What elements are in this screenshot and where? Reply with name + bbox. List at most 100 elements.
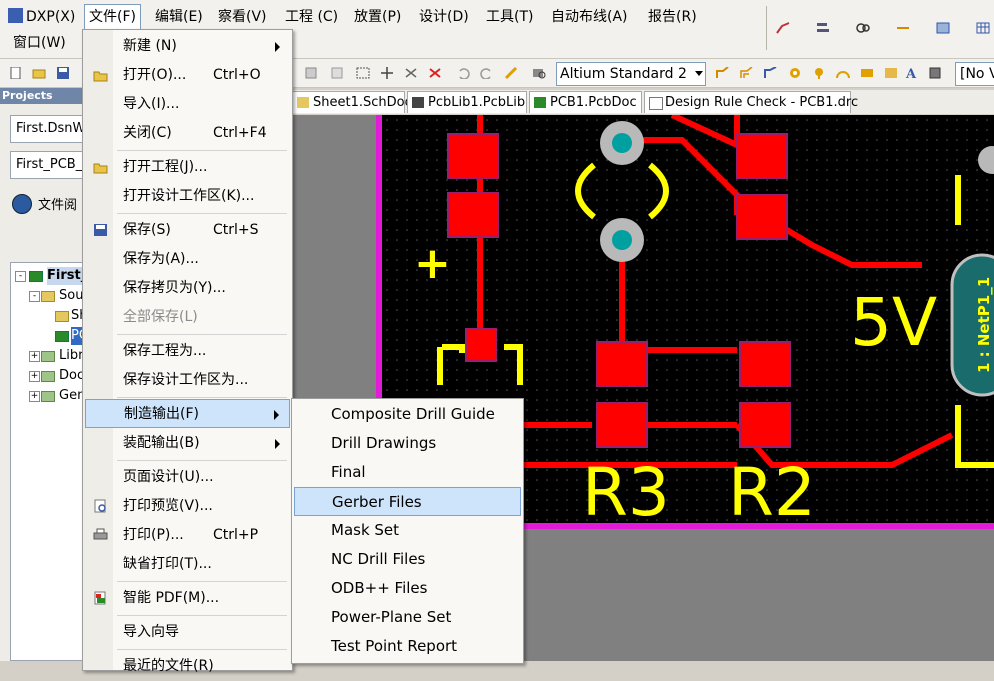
- interactive-route-icon[interactable]: [712, 63, 734, 83]
- submenu-item-composite-drill-guide[interactable]: Composite Drill Guide: [294, 400, 521, 429]
- menu-design[interactable]: 设计(D): [415, 5, 473, 29]
- menu-item-save-copy-as[interactable]: 保存拷贝为(Y)...: [85, 274, 290, 303]
- menu-item-default-print[interactable]: 缺省打印(T)...: [85, 550, 290, 579]
- place-string-icon[interactable]: A: [900, 63, 922, 83]
- net-label: 1 : NetP1_1: [975, 277, 993, 373]
- submenu-item-drill-drawings[interactable]: Drill Drawings: [294, 429, 521, 458]
- menu-item-print[interactable]: 打印(P)... Ctrl+P: [85, 521, 290, 550]
- menu-item-save-as[interactable]: 保存为(A)...: [85, 245, 290, 274]
- menu-item-save[interactable]: 保存(S) Ctrl+S: [85, 216, 290, 245]
- menu-reports[interactable]: 报告(R): [644, 5, 701, 29]
- menu-item-save-workspace-as[interactable]: 保存设计工作区为...: [85, 366, 290, 395]
- open-folder-icon[interactable]: [28, 63, 50, 83]
- interactive-routing-button[interactable]: [772, 18, 794, 38]
- menu-project[interactable]: 工程 (C): [281, 5, 342, 29]
- menu-item-open[interactable]: 打开(O)... Ctrl+O: [85, 61, 290, 90]
- file-view-label[interactable]: 文件阅: [38, 194, 77, 213]
- menu-separator: [117, 581, 287, 582]
- multi-route-icon[interactable]: [760, 63, 782, 83]
- project-field[interactable]: First_PCB_: [10, 151, 84, 179]
- undo-icon[interactable]: [452, 63, 474, 83]
- tab-pcb1[interactable]: PCB1.PcbDoc: [529, 91, 642, 113]
- submenu-item-odb-files[interactable]: ODB++ Files: [294, 574, 521, 603]
- menu-separator: [117, 397, 287, 398]
- menu-item-fabrication-outputs[interactable]: 制造输出(F): [85, 399, 290, 428]
- pad: [596, 341, 648, 387]
- redo-icon[interactable]: [476, 63, 498, 83]
- collapse-icon[interactable]: -: [29, 291, 40, 302]
- submenu-item-power-plane-set[interactable]: Power-Plane Set: [294, 603, 521, 632]
- tree-item-libraries[interactable]: Libr: [59, 347, 83, 365]
- view-config-combo[interactable]: [No V: [955, 62, 994, 86]
- differential-pair-icon[interactable]: [736, 63, 758, 83]
- tab-pcblib1[interactable]: PcbLib1.PcbLib: [407, 91, 527, 113]
- menu-item-print-preview[interactable]: 打印预览(V)...: [85, 492, 290, 521]
- dimension-button[interactable]: [892, 18, 914, 38]
- place-polygon-icon[interactable]: [880, 63, 902, 83]
- folder-icon: [41, 371, 55, 382]
- menu-place[interactable]: 放置(P): [350, 5, 405, 29]
- tab-drc-report[interactable]: Design Rule Check - PCB1.drc: [644, 91, 858, 113]
- menu-separator: [117, 649, 287, 650]
- new-document-icon[interactable]: [4, 63, 26, 83]
- workspace-field[interactable]: First.DsnW: [10, 115, 84, 143]
- save-disk-icon[interactable]: [52, 63, 74, 83]
- expand-icon[interactable]: +: [29, 371, 40, 382]
- menu-item-assembly-outputs[interactable]: 装配输出(B): [85, 429, 290, 458]
- submenu-item-mask-set[interactable]: Mask Set: [294, 516, 521, 545]
- menu-item-recent-files[interactable]: 最近的文件(R): [85, 652, 290, 681]
- schematic-icon: [55, 311, 69, 322]
- menu-item-save-all[interactable]: 全部保存(L): [85, 303, 290, 332]
- submenu-item-test-point-report[interactable]: Test Point Report: [294, 632, 521, 661]
- paste-icon[interactable]: [300, 63, 322, 83]
- printer-icon: [93, 528, 108, 540]
- menu-item-close[interactable]: 关闭(C) Ctrl+F4: [85, 119, 290, 148]
- expand-icon[interactable]: +: [29, 391, 40, 402]
- radio-icon[interactable]: [12, 194, 32, 214]
- chevron-down-icon: [695, 71, 703, 76]
- menu-item-import[interactable]: 导入(I)...: [85, 90, 290, 119]
- menu-item-open-project[interactable]: 打开工程(J)...: [85, 153, 290, 182]
- browse-component-icon[interactable]: [528, 63, 550, 83]
- menu-separator: [117, 615, 287, 616]
- menu-edit[interactable]: 编辑(E): [151, 5, 207, 29]
- cross-probe-icon[interactable]: [500, 63, 522, 83]
- menu-item-new[interactable]: 新建 (N): [85, 32, 290, 61]
- menu-item-save-project-as[interactable]: 保存工程为...: [85, 337, 290, 366]
- submenu-item-gerber-files[interactable]: Gerber Files: [294, 487, 521, 516]
- rubber-stamp-icon[interactable]: [326, 63, 348, 83]
- align-button[interactable]: [812, 18, 834, 38]
- place-pad-icon[interactable]: [784, 63, 806, 83]
- submenu-item-nc-drill-files[interactable]: NC Drill Files: [294, 545, 521, 574]
- place-via-icon[interactable]: [808, 63, 830, 83]
- submenu-item-final[interactable]: Final: [294, 458, 521, 487]
- grid-button[interactable]: [972, 18, 994, 38]
- place-fill-icon[interactable]: [856, 63, 878, 83]
- tree-item-documents[interactable]: Doc: [59, 367, 84, 385]
- menu-item-page-setup[interactable]: 页面设计(U)...: [85, 463, 290, 492]
- tab-sheet1[interactable]: Sheet1.SchDoc: [292, 91, 412, 113]
- menu-item-import-wizard[interactable]: 导入向导: [85, 618, 290, 647]
- select-area-icon[interactable]: [352, 63, 374, 83]
- clear-filter-icon[interactable]: [424, 63, 446, 83]
- print-preview-icon: [94, 499, 106, 513]
- room-button[interactable]: [932, 18, 954, 38]
- menu-item-open-workspace[interactable]: 打开设计工作区(K)...: [85, 182, 290, 211]
- menu-autoroute[interactable]: 自动布线(A): [547, 5, 632, 29]
- move-icon[interactable]: [376, 63, 398, 83]
- design-standard-combo[interactable]: Altium Standard 2: [556, 62, 706, 86]
- find-similar-button[interactable]: [852, 18, 874, 38]
- menu-tools[interactable]: 工具(T): [482, 5, 537, 29]
- collapse-icon[interactable]: -: [15, 271, 26, 282]
- pdf-icon: [94, 591, 106, 605]
- menu-dxp[interactable]: DXP(X): [4, 5, 79, 29]
- menu-window[interactable]: 窗口(W): [9, 31, 70, 55]
- expand-icon[interactable]: +: [29, 351, 40, 362]
- menu-item-smart-pdf[interactable]: 智能 PDF(M)...: [85, 584, 290, 613]
- place-arc-icon[interactable]: [832, 63, 854, 83]
- tree-item-source[interactable]: Sou: [59, 287, 83, 305]
- deselect-icon[interactable]: [400, 63, 422, 83]
- menu-view[interactable]: 察看(V): [214, 5, 271, 29]
- menu-file[interactable]: 文件(F): [84, 4, 141, 30]
- place-component-icon[interactable]: [924, 63, 946, 83]
